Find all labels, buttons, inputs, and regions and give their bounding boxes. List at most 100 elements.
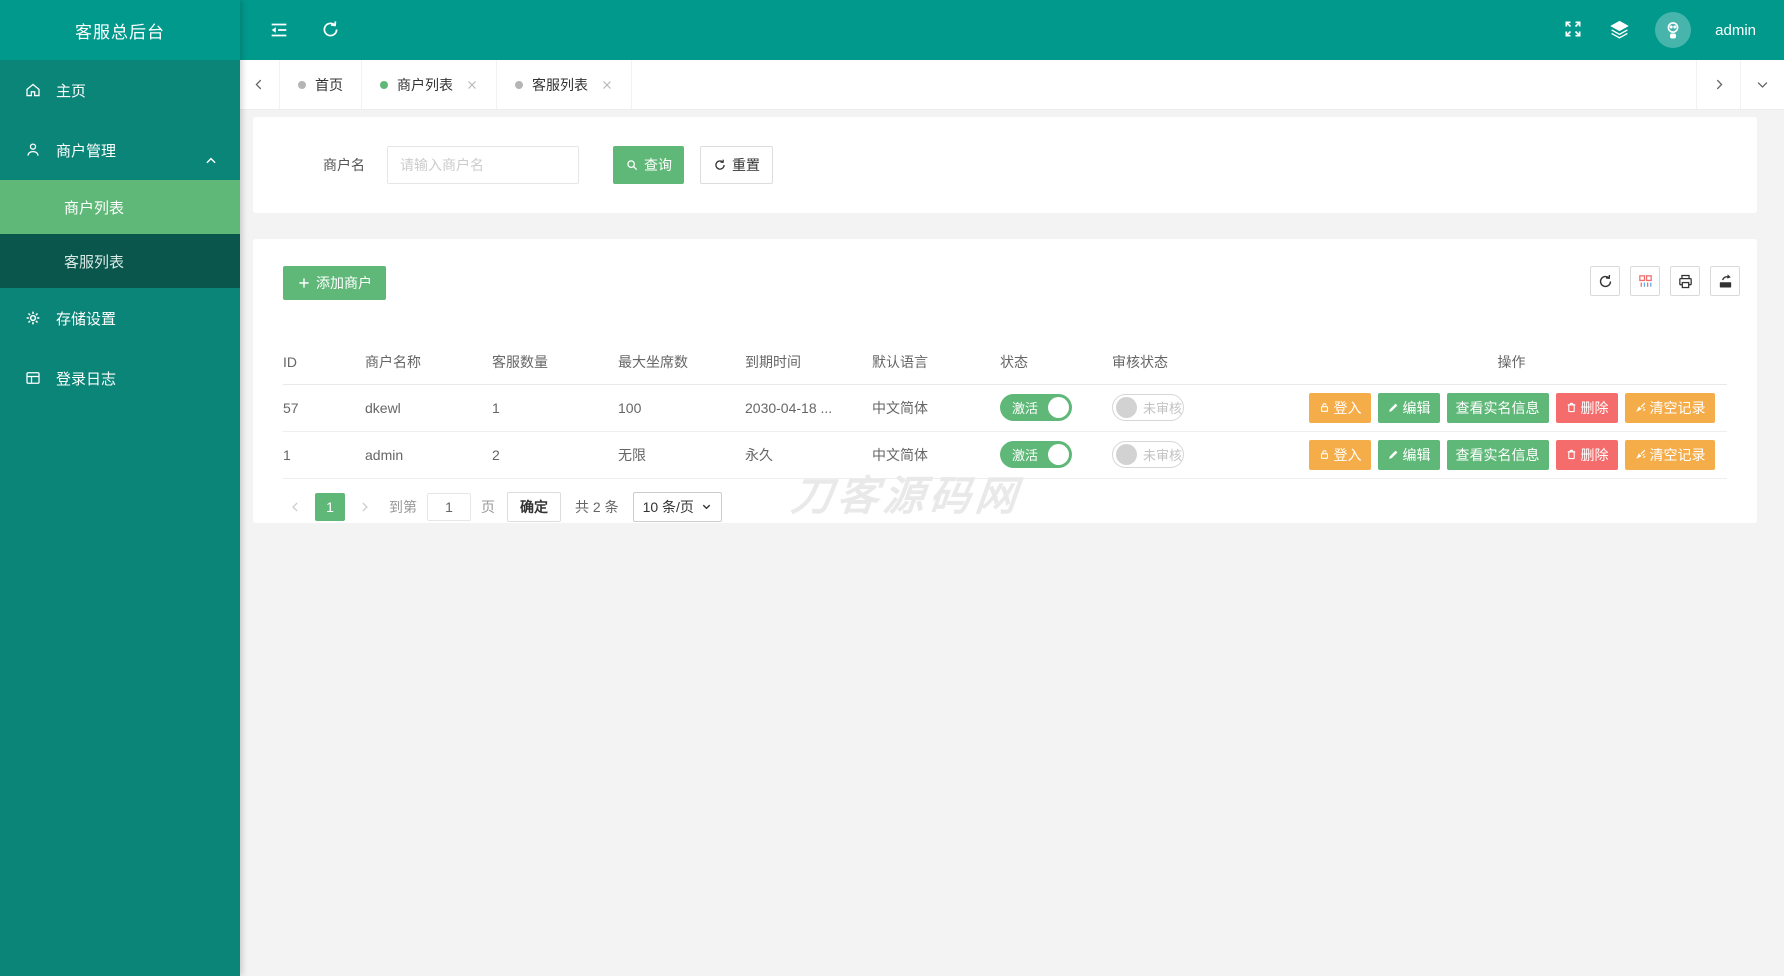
merchant-icon bbox=[24, 141, 42, 159]
sidebar-item-merchant-mgmt[interactable]: 商户管理 bbox=[0, 120, 240, 180]
col-header-id: ID bbox=[283, 340, 365, 385]
sidebar-item-service-list[interactable]: 客服列表 bbox=[0, 234, 240, 288]
edit-button[interactable]: 编辑 bbox=[1377, 439, 1440, 470]
delete-button[interactable]: 删除 bbox=[1555, 439, 1618, 470]
tab-dot bbox=[298, 80, 306, 89]
goto-label: 到第 bbox=[389, 498, 417, 515]
sidebar-item-label: 主页 bbox=[56, 82, 87, 100]
cell-seats: 100 bbox=[618, 384, 745, 432]
login-button[interactable]: 登入 bbox=[1308, 439, 1371, 470]
refresh-icon bbox=[1597, 273, 1614, 290]
tab-dot bbox=[515, 80, 523, 89]
reset-button[interactable]: 重置 bbox=[700, 146, 773, 184]
col-header-ops: 操作 bbox=[1296, 340, 1727, 385]
view-realname-button[interactable]: 查看实名信息 bbox=[1446, 439, 1549, 470]
table-columns-button[interactable] bbox=[1630, 266, 1660, 296]
export-icon bbox=[1717, 273, 1734, 290]
query-button[interactable]: 查询 bbox=[613, 146, 684, 184]
top-header: admin bbox=[240, 0, 1784, 60]
sidebar-item-login-log[interactable]: 登录日志 bbox=[0, 348, 240, 408]
print-icon bbox=[1677, 273, 1694, 290]
lock-icon bbox=[1318, 401, 1331, 414]
fullscreen-icon[interactable] bbox=[1563, 19, 1585, 41]
col-header-expire: 到期时间 bbox=[745, 340, 872, 385]
cell-lang: 中文简体 bbox=[872, 384, 1000, 432]
tab-merchant-list[interactable]: 商户列表 bbox=[362, 60, 497, 109]
clear-records-button[interactable]: 清空记录 bbox=[1624, 439, 1715, 470]
toggle-knob bbox=[1116, 444, 1137, 465]
audit-toggle[interactable]: 未审核 bbox=[1112, 394, 1184, 421]
tabs-scroll-left-button[interactable] bbox=[240, 60, 280, 109]
tabs-scroll-right-button[interactable] bbox=[1696, 60, 1740, 109]
status-toggle[interactable]: 激活 bbox=[1000, 441, 1072, 468]
sidebar-item-label: 客服列表 bbox=[64, 253, 125, 271]
prev-page-button[interactable] bbox=[283, 493, 309, 521]
toggle-knob bbox=[1048, 444, 1069, 465]
home-icon bbox=[24, 81, 42, 99]
sidebar-item-merchant-list[interactable]: 商户列表 bbox=[0, 180, 240, 234]
close-icon[interactable] bbox=[466, 79, 478, 91]
plus-icon bbox=[297, 276, 311, 290]
collapse-sidebar-icon[interactable] bbox=[268, 19, 290, 41]
sidebar-item-label: 登录日志 bbox=[56, 370, 117, 388]
tab-home[interactable]: 首页 bbox=[280, 60, 362, 109]
tab-label: 首页 bbox=[315, 76, 343, 93]
current-page-button[interactable]: 1 bbox=[315, 492, 345, 521]
table-export-button[interactable] bbox=[1710, 266, 1740, 296]
page-size-select[interactable]: 10 条/页 bbox=[632, 491, 722, 522]
col-header-name: 商户名称 bbox=[365, 340, 492, 385]
refresh-icon[interactable] bbox=[320, 19, 342, 41]
audit-toggle[interactable]: 未审核 bbox=[1112, 441, 1184, 468]
next-page-button[interactable] bbox=[351, 493, 377, 521]
username[interactable]: admin bbox=[1715, 22, 1756, 39]
merchant-name-input[interactable] bbox=[387, 146, 579, 184]
col-header-audit: 审核状态 bbox=[1112, 340, 1296, 385]
goto-page-input[interactable] bbox=[427, 492, 471, 521]
col-header-seats: 最大坐席数 bbox=[618, 340, 745, 385]
sidebar-item-label: 存储设置 bbox=[56, 310, 117, 328]
table-row: 1 admin 2 无限 永久 中文简体 激活 未审核 登入 编辑 查看实名信息… bbox=[283, 431, 1727, 479]
merchant-table: ID 商户名称 客服数量 最大坐席数 到期时间 默认语言 状态 审核状态 操作 … bbox=[283, 340, 1727, 479]
cell-id: 1 bbox=[283, 431, 365, 479]
cell-seats: 无限 bbox=[618, 431, 745, 479]
sidebar-item-label: 商户管理 bbox=[56, 142, 117, 160]
cell-lang: 中文简体 bbox=[872, 431, 1000, 479]
tab-service-list[interactable]: 客服列表 bbox=[497, 60, 632, 109]
table-toolbar bbox=[1590, 266, 1740, 296]
toggle-knob bbox=[1116, 397, 1137, 418]
table-print-button[interactable] bbox=[1670, 266, 1700, 296]
cell-name: admin bbox=[365, 431, 492, 479]
layers-icon[interactable] bbox=[1609, 19, 1631, 41]
clear-icon bbox=[1634, 401, 1647, 414]
delete-icon bbox=[1565, 448, 1578, 461]
cell-agents: 1 bbox=[492, 384, 618, 432]
search-panel: 商户名 查询 重置 bbox=[253, 117, 1757, 213]
tabs-menu-button[interactable] bbox=[1740, 60, 1784, 109]
clear-records-button[interactable]: 清空记录 bbox=[1624, 392, 1715, 423]
login-button[interactable]: 登入 bbox=[1308, 392, 1371, 423]
reset-icon bbox=[713, 158, 727, 172]
sidebar-item-storage[interactable]: 存储设置 bbox=[0, 288, 240, 348]
delete-button[interactable]: 删除 bbox=[1555, 392, 1618, 423]
cell-name: dkewl bbox=[365, 384, 492, 432]
pagination: 1 到第 页 确定 共 2 条 10 条/页 bbox=[283, 491, 1740, 522]
columns-icon bbox=[1637, 273, 1654, 290]
goto-confirm-button[interactable]: 确定 bbox=[507, 491, 561, 522]
view-realname-button[interactable]: 查看实名信息 bbox=[1446, 392, 1549, 423]
status-toggle[interactable]: 激活 bbox=[1000, 394, 1072, 421]
add-merchant-button[interactable]: 添加商户 bbox=[283, 266, 386, 300]
col-header-agents: 客服数量 bbox=[492, 340, 618, 385]
sidebar-item-home[interactable]: 主页 bbox=[0, 60, 240, 120]
app-window: 客服总后台 主页 商户管理 商户列表 客服列表 存储设置 登录日志 admin … bbox=[0, 0, 1784, 976]
table-refresh-button[interactable] bbox=[1590, 266, 1620, 296]
edit-button[interactable]: 编辑 bbox=[1377, 392, 1440, 423]
close-icon[interactable] bbox=[601, 79, 613, 91]
toggle-knob bbox=[1048, 397, 1069, 418]
avatar[interactable] bbox=[1655, 12, 1692, 48]
cell-expire: 永久 bbox=[745, 431, 872, 479]
page-unit-label: 页 bbox=[481, 498, 495, 515]
tab-active-dot bbox=[380, 80, 388, 89]
log-icon bbox=[24, 369, 42, 387]
merchant-table-panel: 添加商户 ID 商户名称 客服数量 最大坐席数 到期时间 默认语言 状态 审核状… bbox=[253, 239, 1757, 523]
merchant-name-label: 商户名 bbox=[323, 157, 365, 173]
